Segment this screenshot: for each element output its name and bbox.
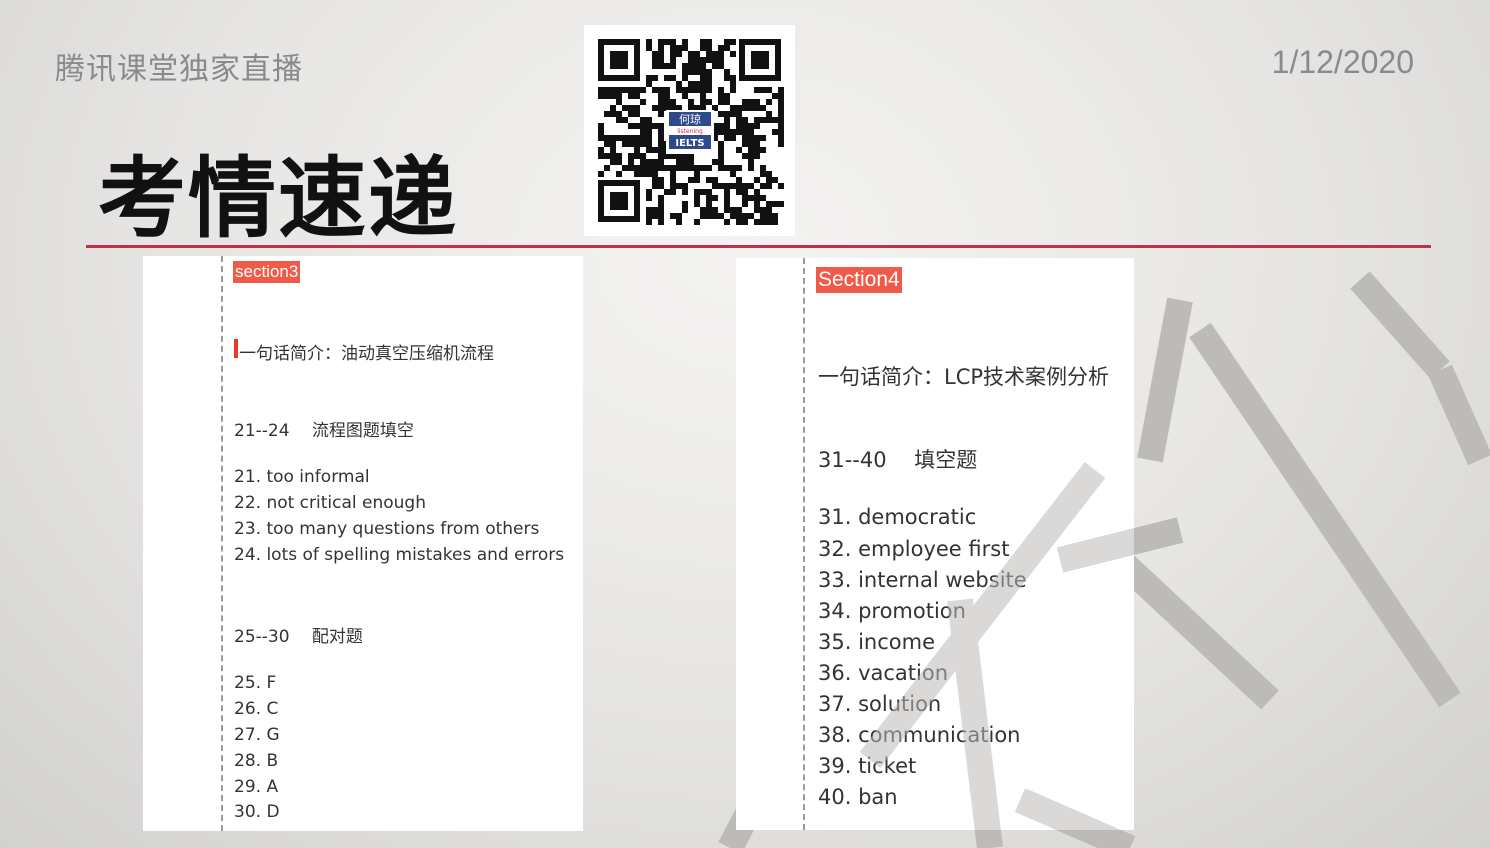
section3-group2-header: 25--30 配对题 bbox=[234, 627, 363, 647]
list-item: 24. lots of spelling mistakes and errors bbox=[234, 545, 565, 565]
list-item: 23. too many questions from others bbox=[234, 519, 540, 539]
section4-panel: Section4 一句话简介：LCP技术案例分析 31--40 填空题 31. … bbox=[736, 258, 1134, 830]
qr-code: 何琼 listening IELTS bbox=[584, 25, 795, 236]
list-item: 34. promotion bbox=[818, 599, 966, 623]
section4-tag: Section4 bbox=[816, 267, 902, 293]
section3-panel: section3 一句话简介：油动真空压缩机流程 21--24 流程图题填空 2… bbox=[143, 256, 583, 831]
list-item: 21. too informal bbox=[234, 467, 370, 487]
slide-date: 1/12/2020 bbox=[1271, 44, 1414, 80]
section3-tag: section3 bbox=[233, 261, 301, 283]
list-item: 39. ticket bbox=[818, 754, 917, 778]
slide-title: 考情速递 bbox=[98, 147, 459, 250]
section3-intro: 一句话简介：油动真空压缩机流程 bbox=[239, 344, 494, 364]
list-item: 26. C bbox=[234, 699, 279, 719]
svg-text:IELTS: IELTS bbox=[675, 138, 704, 149]
list-item: 35. income bbox=[818, 630, 935, 654]
list-item: 25. F bbox=[234, 673, 277, 693]
section4-group-header: 31--40 填空题 bbox=[818, 448, 978, 472]
list-item: 27. G bbox=[234, 725, 280, 745]
section3-group1-header: 21--24 流程图题填空 bbox=[234, 421, 414, 441]
list-item: 29. A bbox=[234, 777, 279, 797]
list-item: 38. communication bbox=[818, 723, 1021, 747]
qr-code-icon: 何琼 listening IELTS bbox=[584, 25, 795, 236]
list-item: 30. D bbox=[234, 802, 280, 822]
title-divider bbox=[86, 245, 1431, 248]
list-item: 28. B bbox=[234, 751, 279, 771]
margin-line bbox=[803, 258, 805, 830]
list-item: 31. democratic bbox=[818, 505, 977, 529]
list-item: 33. internal website bbox=[818, 568, 1027, 592]
list-item: 32. employee first bbox=[818, 537, 1010, 561]
header-title: 腾讯课堂独家直播 bbox=[55, 52, 303, 87]
margin-line bbox=[221, 256, 223, 831]
list-item: 40. ban bbox=[818, 785, 898, 809]
list-item: 37. solution bbox=[818, 692, 942, 716]
list-item: 22. not critical enough bbox=[234, 493, 426, 513]
list-item: 36. vacation bbox=[818, 661, 949, 685]
cursor-bar bbox=[234, 339, 238, 358]
svg-text:listening: listening bbox=[677, 128, 703, 135]
section4-intro: 一句话简介：LCP技术案例分析 bbox=[818, 365, 1110, 389]
svg-text:何琼: 何琼 bbox=[679, 112, 701, 126]
